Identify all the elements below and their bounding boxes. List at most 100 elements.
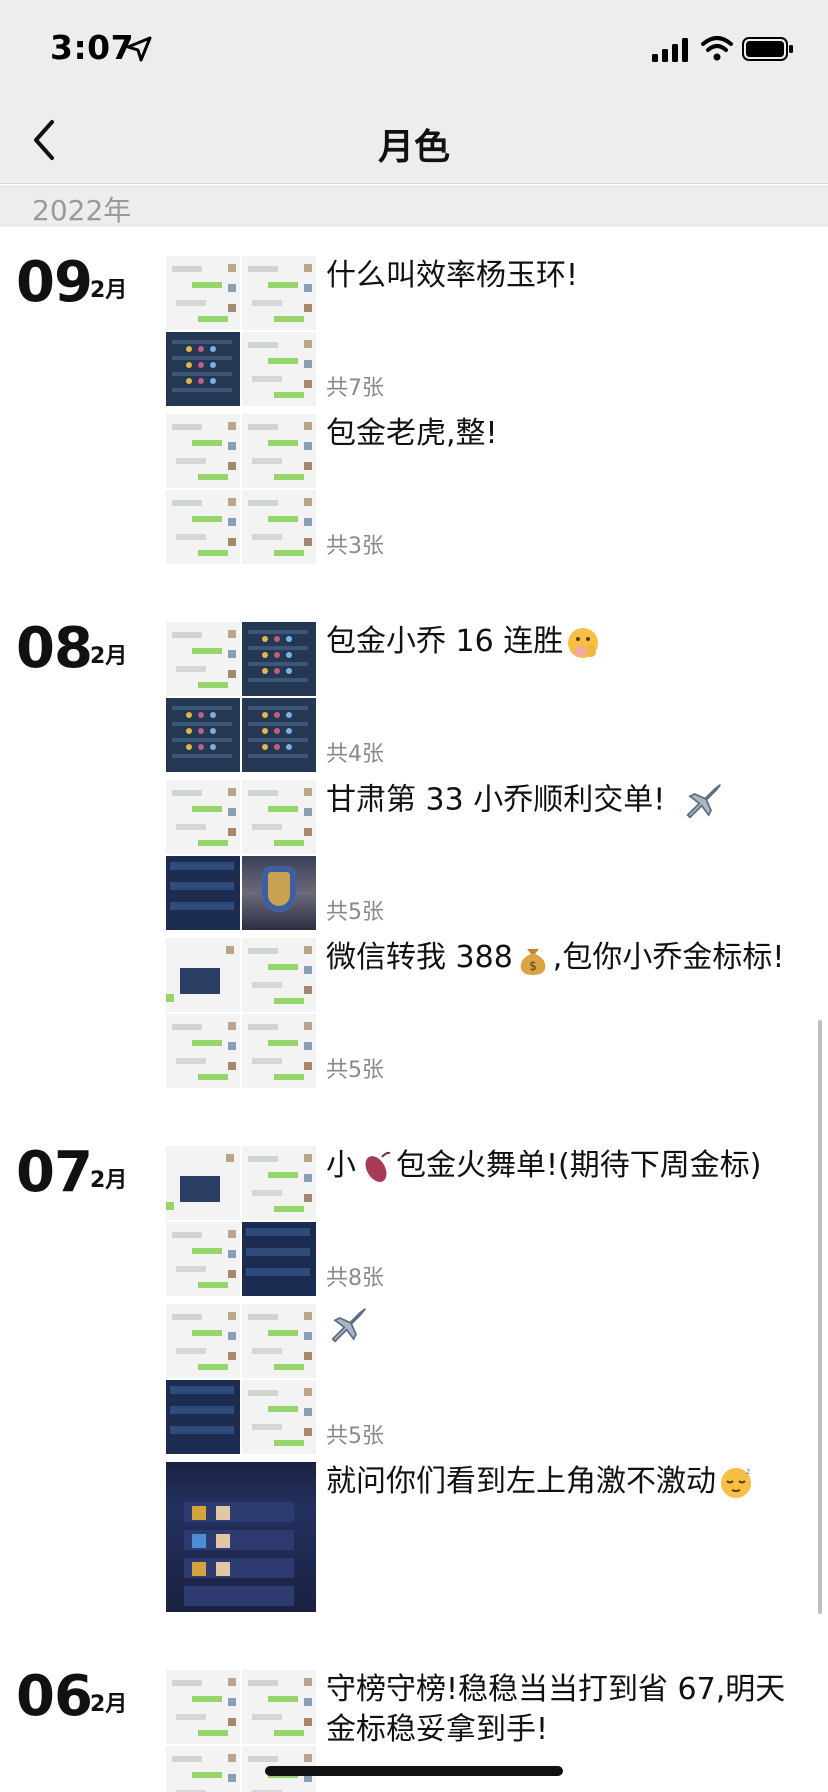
- wifi-icon: [701, 36, 733, 61]
- scrollbar[interactable]: [818, 1020, 822, 1614]
- thumbnail: [166, 1670, 240, 1744]
- caption-text: 守榜守榜!稳稳当当打到省 67,明天金标稳妥拿到手!: [326, 1672, 786, 1747]
- photo-count: 共5张: [326, 1058, 384, 1083]
- home-indicator[interactable]: [265, 1766, 563, 1776]
- date-month: 2月: [90, 1692, 128, 1717]
- thumbnail-grid: [166, 414, 316, 564]
- moment-post[interactable]: 什么叫效率杨玉环! 共7张: [166, 256, 806, 406]
- moment-post[interactable]: 甘肃第 33 小乔顺利交单! 共5张: [166, 780, 806, 930]
- thumbnail: [166, 856, 240, 930]
- post-caption: [326, 1304, 806, 1346]
- sleepy-face-icon: z: [718, 1465, 754, 1501]
- cellular-signal-icon: [652, 38, 688, 62]
- date-day: 07: [16, 1140, 93, 1205]
- photo-count: 共5张: [326, 1424, 384, 1449]
- date-day: 08: [16, 616, 93, 681]
- post-caption: 包金老虎,整!: [326, 414, 806, 454]
- thumbnail-grid: [166, 1146, 316, 1296]
- thumbnail: [242, 780, 316, 854]
- post-caption: 就问你们看到左上角激不激动 z: [326, 1462, 806, 1502]
- svg-text:$: $: [529, 959, 537, 973]
- date-label: 07 2月: [16, 1140, 146, 1210]
- caption-text: 甘肃第 33 小乔顺利交单!: [326, 782, 666, 818]
- moment-post[interactable]: 就问你们看到左上角激不激动 z: [166, 1462, 806, 1612]
- date-month: 2月: [90, 644, 128, 669]
- money-bag-icon: $: [515, 941, 551, 977]
- post-caption: 包金小乔 16 连胜: [326, 622, 806, 662]
- moment-post[interactable]: 共5张: [166, 1304, 806, 1454]
- thumbnail: [166, 490, 240, 564]
- thumbnail: [166, 1380, 240, 1454]
- post-caption: 微信转我 388 $ ,包你小乔金标标!: [326, 938, 806, 978]
- thumbnail: [242, 938, 316, 1012]
- thumbnail: [166, 1746, 240, 1792]
- caption-text: 什么叫效率杨玉环!: [326, 258, 579, 293]
- thumbnail: [166, 780, 240, 854]
- moment-post[interactable]: 微信转我 388 $ ,包你小乔金标标! 共5张: [166, 938, 806, 1088]
- thumbnail: [242, 698, 316, 772]
- thumbnail: [166, 698, 240, 772]
- caption-text: 包金小乔 16 连胜: [326, 624, 564, 659]
- svg-text:z: z: [746, 1467, 750, 1476]
- post-caption: 甘肃第 33 小乔顺利交单!: [326, 780, 806, 822]
- date-day: 06: [16, 1664, 93, 1729]
- year-header: 2022年: [0, 185, 828, 227]
- status-bar: 3:07: [0, 0, 828, 100]
- thumbnail: [166, 1014, 240, 1088]
- caption-text: 小: [326, 1148, 356, 1183]
- caption-text: 就问你们看到左上角激不激动: [326, 1464, 716, 1499]
- date-label: 08 2月: [16, 616, 146, 686]
- thumbnail: [166, 256, 240, 330]
- thumbnail: [166, 1222, 240, 1296]
- airplane-icon: [328, 1304, 370, 1346]
- nav-header: 3:07 月色: [0, 0, 828, 184]
- thumbnail: [242, 1380, 316, 1454]
- caption-text: 微信转我 388: [326, 940, 513, 975]
- post-caption: 小 包金火舞单!(期待下周金标): [326, 1146, 806, 1186]
- status-time: 3:07: [50, 28, 135, 67]
- thumbnail: [242, 1222, 316, 1296]
- thumbnail: [242, 414, 316, 488]
- thumbnail-grid: [166, 1304, 316, 1454]
- thumbnail: [242, 256, 316, 330]
- thumbnail: [166, 332, 240, 406]
- thumbnail: [242, 332, 316, 406]
- thumbnail-grid: [166, 938, 316, 1088]
- caption-text: 包金火舞单!(期待下周金标): [396, 1148, 762, 1183]
- thumbnail: [242, 1146, 316, 1220]
- caption-text: ,包你小乔金标标!: [552, 940, 785, 975]
- caption-text: 包金老虎,整!: [326, 416, 498, 451]
- moment-post[interactable]: 小 包金火舞单!(期待下周金标) 共8张: [166, 1146, 806, 1296]
- moment-post[interactable]: 包金老虎,整! 共3张: [166, 414, 806, 564]
- photo-count: 共4张: [326, 742, 384, 767]
- photo-count: 共7张: [326, 376, 384, 401]
- thumbnail: [166, 1462, 316, 1612]
- location-arrow-icon: [126, 36, 152, 62]
- post-caption: 守榜守榜!稳稳当当打到省 67,明天金标稳妥拿到手!: [326, 1670, 806, 1750]
- thumbnail: [166, 414, 240, 488]
- airplane-icon: [683, 780, 725, 822]
- photo-count: 共8张: [326, 1266, 384, 1291]
- photo-count: 共3张: [326, 534, 384, 559]
- thumbnail: [242, 622, 316, 696]
- thumbnail: [242, 490, 316, 564]
- thumbnail: [242, 856, 316, 930]
- thumbnail: [242, 1670, 316, 1744]
- year-label: 2022年: [32, 194, 132, 227]
- page-title: 月色: [377, 127, 450, 168]
- thumbnail: [242, 1014, 316, 1088]
- thumbnail: [166, 1304, 240, 1378]
- date-month: 2月: [90, 278, 128, 303]
- thumbnail: [242, 1304, 316, 1378]
- post-caption: 什么叫效率杨玉环!: [326, 256, 806, 296]
- thumbnail: [166, 622, 240, 696]
- date-label: 09 2月: [16, 250, 146, 320]
- moment-post[interactable]: 包金小乔 16 连胜 共4张: [166, 622, 806, 772]
- thumbnail-grid: [166, 780, 316, 930]
- thumbnail-grid: [166, 256, 316, 406]
- thumbnail: [166, 938, 240, 1012]
- date-day: 09: [16, 250, 93, 315]
- photo-count: 共5张: [326, 900, 384, 925]
- date-label: 06 2月: [16, 1664, 146, 1734]
- battery-icon: [742, 37, 793, 61]
